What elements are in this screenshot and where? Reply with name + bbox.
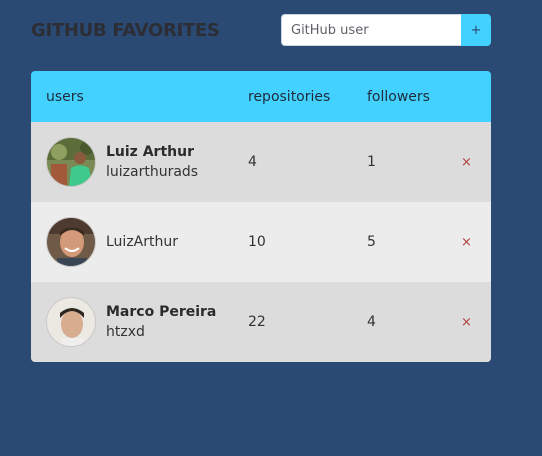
user-login: htzxd: [106, 324, 145, 340]
column-header-followers: followers: [367, 88, 430, 105]
table-header: users repositories followers: [31, 71, 491, 122]
remove-user-button[interactable]: ×: [461, 155, 472, 170]
user-login: LuizArthur: [106, 234, 178, 250]
user-cell: LuizArthur: [31, 217, 233, 267]
user-photo-green-shirt-icon: [47, 138, 95, 186]
column-header-users: users: [46, 88, 84, 105]
table-row: LuizArthur 10 5 ×: [31, 202, 491, 282]
user-cell: Marco Pereira htzxd: [31, 297, 233, 347]
avatar: [46, 297, 96, 347]
avatar: [46, 137, 96, 187]
repositories-count: 4: [248, 154, 257, 170]
followers-count: 1: [367, 154, 376, 170]
favorites-table: users repositories followers Luiz Arthur: [31, 71, 491, 362]
user-login: luizarthurads: [106, 164, 199, 180]
remove-user-button[interactable]: ×: [461, 315, 472, 330]
repositories-count: 22: [248, 314, 266, 330]
user-photo-young-man-icon: [47, 298, 95, 346]
page-title: Github Favorites: [31, 19, 220, 41]
remove-user-button[interactable]: ×: [461, 235, 472, 250]
header: Github Favorites +: [31, 14, 491, 46]
user-name: Marco Pereira: [106, 304, 217, 320]
add-user-button[interactable]: +: [461, 14, 491, 46]
user-info: LuizArthur: [106, 232, 178, 252]
github-user-input[interactable]: [281, 14, 461, 46]
followers-count: 5: [367, 234, 376, 250]
table-row: Marco Pereira htzxd 22 4 ×: [31, 282, 491, 362]
user-cell: Luiz Arthur luizarthurads: [31, 137, 233, 187]
column-header-repositories: repositories: [248, 88, 331, 105]
search-bar: +: [281, 14, 491, 46]
user-info: Marco Pereira htzxd: [106, 302, 216, 342]
table-row: Luiz Arthur luizarthurads 4 1 ×: [31, 122, 491, 202]
followers-count: 4: [367, 314, 376, 330]
user-photo-smiling-icon: [47, 218, 95, 266]
avatar: [46, 217, 96, 267]
repositories-count: 10: [248, 234, 266, 250]
user-info: Luiz Arthur luizarthurads: [106, 142, 198, 182]
user-name: Luiz Arthur: [106, 144, 194, 160]
